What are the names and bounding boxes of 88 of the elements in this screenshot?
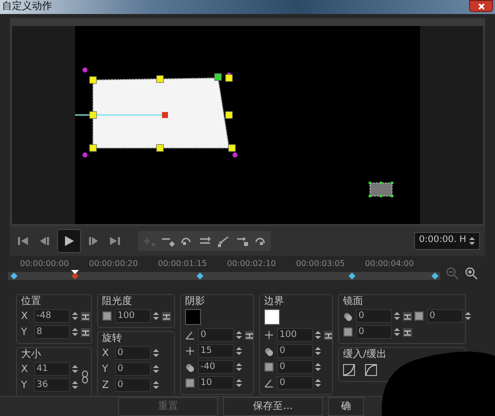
number-field[interactable]: 0 — [114, 362, 150, 376]
number-field[interactable]: -40 — [198, 360, 234, 374]
time-label: 00:00:03:05 — [296, 258, 346, 270]
zoom-out-icon[interactable] — [445, 266, 459, 280]
spinner-icon[interactable] — [465, 311, 471, 321]
property-icon — [185, 346, 195, 356]
group-title: 位置 — [21, 296, 42, 308]
reset-icon[interactable] — [324, 330, 332, 340]
reset-icon[interactable] — [80, 312, 90, 320]
property-icon — [102, 311, 112, 321]
reset-icon[interactable] — [402, 312, 412, 320]
zoom-in-icon[interactable] — [464, 266, 478, 280]
time-label: 00:00:00:00 — [20, 258, 70, 270]
spinner-icon[interactable] — [394, 327, 400, 337]
spinner-icon[interactable] — [394, 311, 400, 321]
spinner-icon[interactable] — [72, 311, 78, 321]
number-field[interactable]: 0 — [356, 325, 392, 339]
color-swatch[interactable] — [264, 309, 280, 325]
number-field[interactable]: -48 — [34, 309, 70, 323]
time-label: 00:00:02:10 — [227, 258, 277, 270]
group-title: 阻光度 — [102, 296, 133, 308]
reset-icon[interactable] — [80, 328, 90, 336]
number-field[interactable]: 41 — [34, 362, 70, 376]
spinner-icon[interactable] — [72, 364, 78, 374]
number-field[interactable]: 0 — [276, 360, 312, 374]
timecode-field[interactable]: 0:00:00. H — [414, 232, 480, 250]
axis-label: X — [21, 310, 29, 324]
spinner-icon[interactable] — [153, 364, 159, 374]
reset-icon[interactable] — [402, 328, 412, 336]
number-field[interactable]: 0 — [114, 346, 150, 360]
spinner-icon[interactable] — [153, 348, 159, 358]
axis-label: Y — [21, 326, 28, 340]
time-label: 00:00:00:20 — [89, 258, 139, 270]
axis-label: Y — [21, 378, 28, 392]
property-icon — [414, 311, 424, 321]
link-icon[interactable] — [80, 370, 88, 384]
group-title: 镜面 — [343, 296, 364, 308]
group-title: 边界 — [264, 296, 285, 308]
number-field[interactable]: 0 — [276, 376, 312, 390]
spinner-icon[interactable] — [236, 330, 242, 340]
axis-label: Y — [102, 362, 110, 376]
number-field[interactable]: 0 — [276, 344, 312, 358]
spinner-icon[interactable] — [469, 236, 475, 246]
number-field[interactable]: 0 — [426, 309, 462, 323]
number-field[interactable]: 36 — [34, 378, 70, 392]
number-field[interactable]: 8 — [34, 325, 70, 339]
ease-in-icon[interactable] — [343, 364, 355, 376]
dialog-button[interactable]: 确 — [328, 397, 364, 416]
group-title: 阴影 — [185, 296, 206, 308]
spinner-icon[interactable] — [236, 378, 242, 388]
spinner-icon[interactable] — [315, 362, 321, 372]
ease-out-icon[interactable] — [365, 364, 377, 376]
number-field[interactable]: 0 — [356, 309, 392, 323]
number-field[interactable]: 10 — [198, 376, 234, 390]
number-field[interactable]: 100 — [114, 309, 150, 323]
spinner-icon[interactable] — [315, 378, 321, 388]
number-field[interactable]: 15 — [198, 344, 234, 358]
group-title: 旋转 — [102, 333, 123, 345]
axis-label: Z — [102, 378, 110, 392]
axis-label: X — [102, 346, 110, 360]
time-label: 00:00:04:00 — [365, 258, 415, 270]
spinner-icon[interactable] — [153, 380, 159, 390]
spinner-icon[interactable] — [236, 362, 242, 372]
window-title: 自定义动作 — [1, 0, 52, 14]
spinner-icon[interactable] — [315, 346, 321, 356]
dialog-button[interactable]: 保存至... — [223, 397, 323, 416]
time-label: 00:00:01:15 — [158, 258, 208, 270]
spinner-icon[interactable] — [153, 311, 159, 321]
spinner-icon[interactable] — [236, 346, 242, 356]
property-icon — [185, 330, 195, 340]
number-field[interactable]: 100 — [276, 328, 312, 342]
spinner-icon[interactable] — [72, 327, 78, 337]
spinner-icon[interactable] — [315, 330, 321, 340]
play-icon[interactable] — [63, 235, 75, 247]
spinner-icon[interactable] — [72, 380, 78, 390]
group-title: 大小 — [21, 349, 42, 361]
property-icon — [264, 378, 274, 388]
color-swatch[interactable] — [185, 309, 201, 325]
close-icon[interactable] — [478, 2, 484, 10]
reset-icon[interactable] — [244, 330, 254, 340]
group-title: 缓入/缓出 — [343, 349, 388, 361]
property-icon — [264, 330, 274, 340]
axis-label: X — [21, 362, 29, 376]
number-field[interactable]: 0 — [114, 378, 150, 392]
number-field[interactable]: 0 — [198, 328, 234, 342]
reset-icon[interactable] — [162, 312, 170, 320]
play-button[interactable] — [57, 229, 81, 253]
close-button[interactable] — [469, 0, 493, 12]
